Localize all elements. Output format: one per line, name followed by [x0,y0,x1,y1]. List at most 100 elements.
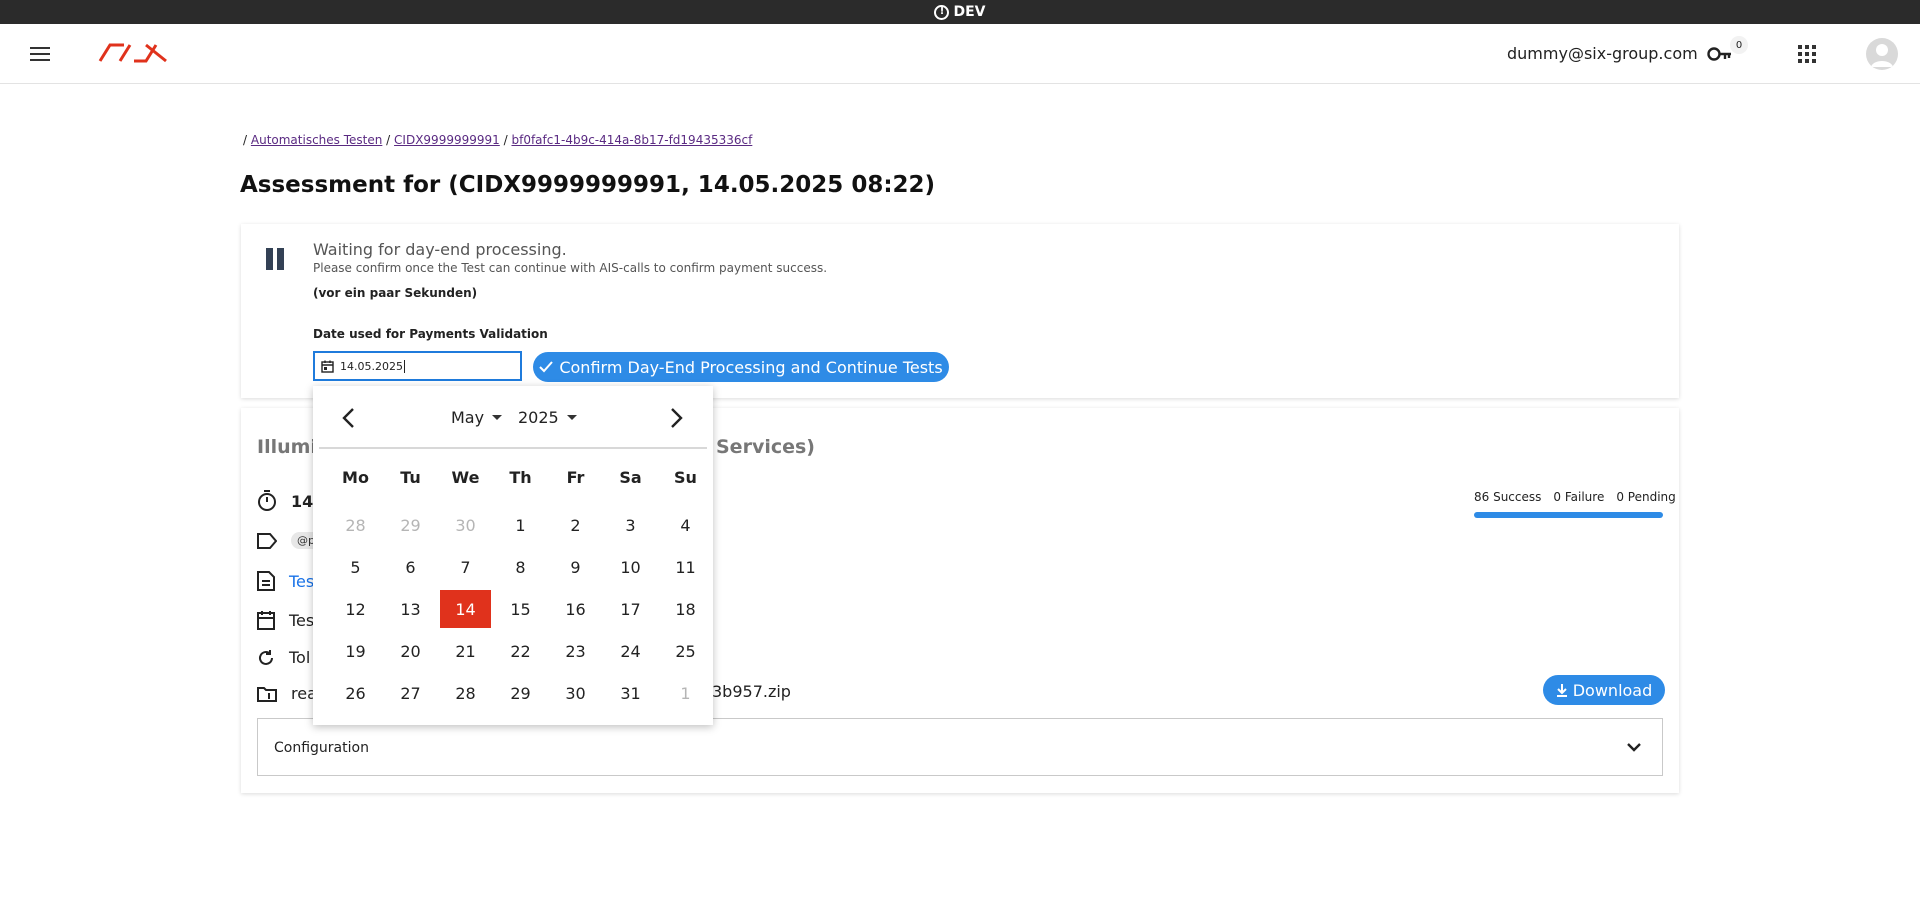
chevron-right-icon [671,408,683,428]
user-avatar-icon[interactable] [1866,38,1898,70]
refresh-icon [259,649,273,665]
calendar-icon [321,360,334,373]
calendar-day[interactable]: 30 [438,504,493,546]
status-subtitle: Please confirm once the Test can continu… [313,261,828,275]
check-icon [539,361,554,373]
previous-month-button[interactable] [339,406,359,430]
calendar-icon [257,611,275,630]
calendar-day[interactable]: 3 [603,504,658,546]
calendar-day[interactable]: 8 [493,546,548,588]
weekday-label: Sa [619,467,642,487]
calendar-day[interactable]: 9 [548,546,603,588]
configuration-accordion[interactable]: Configuration [257,718,1663,776]
test-progress-bar [1474,512,1663,518]
download-button[interactable]: Download [1543,675,1665,705]
calendar-day[interactable]: 10 [603,546,658,588]
calendar-day[interactable]: 7 [438,546,493,588]
detail-card-title-end: Services) [716,436,815,458]
status-card: Waiting for day-end processing. Please c… [241,224,1679,398]
detail-card-title: Illumi [257,436,317,458]
menu-icon[interactable] [30,47,50,61]
user-email[interactable]: dummy@six-group.com [1507,44,1698,63]
calendar-day[interactable]: 31 [603,672,658,714]
environment-bar: ! DEV [0,0,1920,24]
date-field-label: Date used for Payments Validation [313,327,548,341]
calendar-day[interactable]: 25 [658,630,713,672]
calendar-day[interactable]: 12 [328,588,383,630]
calendar-day[interactable]: 28 [328,504,383,546]
label-icon [257,532,277,549]
calendar-day[interactable]: 19 [328,630,383,672]
info-row-timer: 14. [257,490,319,512]
alert-circle-icon: ! [934,4,950,20]
calendar-day[interactable]: 21 [438,630,493,672]
status-title: Waiting for day-end processing. [313,240,567,259]
datepicker-popup: May 2025 Mo Tu We Th Fr Sa Su 28 29 30 1 2 3 4 5 6 7 8 9 10… [313,386,713,725]
calendar-day[interactable]: 5 [328,546,383,588]
calendar-day[interactable]: 6 [383,546,438,588]
document-icon [257,571,275,591]
calendar-day-selected[interactable]: 14 [440,590,491,628]
test-stats: 86 Success 0 Failure 0 Pending [1474,490,1676,504]
next-month-button[interactable] [666,406,686,430]
breadcrumb: / Automatisches Testen / CIDX9999999991 … [243,133,753,147]
failure-count: 0 Failure [1553,490,1605,504]
test-link[interactable]: Tes [289,572,314,591]
calendar-day[interactable]: 2 [548,504,603,546]
calendar-day[interactable]: 16 [548,588,603,630]
calendar-day[interactable]: 30 [548,672,603,714]
environment-label: DEV [953,4,986,20]
calendar-day[interactable]: 22 [493,630,548,672]
calendar-day[interactable]: 15 [493,588,548,630]
calendar-day[interactable]: 11 [658,546,713,588]
calendar-day[interactable]: 24 [603,630,658,672]
timer-icon [258,490,276,511]
calendar-day[interactable]: 29 [383,504,438,546]
success-count: 86 Success [1474,490,1542,504]
status-time-ago: (vor ein paar Sekunden) [313,286,478,300]
calendar-day[interactable]: 23 [548,630,603,672]
calendar-day[interactable]: 17 [603,588,658,630]
info-row-folder: rea [257,684,317,703]
calendar-grid: Mo Tu We Th Fr Sa Su 28 29 30 1 2 3 4 5 6 7 8 9 10 11 12 13 14 1… [328,462,713,714]
info-row-calendar: Tes [257,610,314,630]
calendar-day[interactable]: 29 [493,672,548,714]
chevron-down-icon [1627,743,1641,752]
calendar-day[interactable]: 1 [658,672,713,714]
month-select[interactable]: May [451,408,503,427]
breadcrumb-item-automatisches-testen[interactable]: Automatisches Testen [251,133,382,147]
weekday-label: Su [674,467,697,487]
calendar-day[interactable]: 13 [383,588,438,630]
info-row-document: Tes [257,571,314,591]
calendar-day[interactable]: 1 [493,504,548,546]
weekday-label: Mo [342,467,369,487]
date-input-value: 14.05.2025 [340,359,403,373]
caret-down-icon [492,415,503,420]
calendar-day[interactable]: 18 [658,588,713,630]
configuration-label: Configuration [274,740,369,756]
page-title: Assessment for (CIDX9999999991, 14.05.20… [240,172,936,198]
date-input[interactable]: 14.05.2025 [313,351,522,381]
chevron-left-icon [342,408,354,428]
datepicker-divider [319,447,707,449]
info-row-tag: @p [257,532,321,549]
breadcrumb-item-assessment-id[interactable]: bf0fafc1-4b9c-414a-8b17-fd19435336cf [511,133,752,147]
pending-count: 0 Pending [1616,490,1676,504]
weekday-label: Th [509,467,532,487]
six-logo[interactable] [98,41,170,67]
zip-filename: 3b957.zip [712,682,791,701]
calendar-day[interactable]: 20 [383,630,438,672]
calendar-day[interactable]: 27 [383,672,438,714]
caret-down-icon [566,415,577,420]
calendar-day[interactable]: 28 [438,672,493,714]
pause-icon [266,248,286,272]
confirm-day-end-button[interactable]: Confirm Day-End Processing and Continue … [533,352,949,382]
calendar-day[interactable]: 26 [328,672,383,714]
apps-grid-icon[interactable] [1798,45,1816,63]
weekday-label: We [451,467,480,487]
app-header: dummy@six-group.com 0 [0,24,1920,84]
calendar-day[interactable]: 4 [658,504,713,546]
info-row-refresh: Tol [257,648,310,667]
year-select[interactable]: 2025 [518,408,577,427]
breadcrumb-item-cidx[interactable]: CIDX9999999991 [394,133,500,147]
